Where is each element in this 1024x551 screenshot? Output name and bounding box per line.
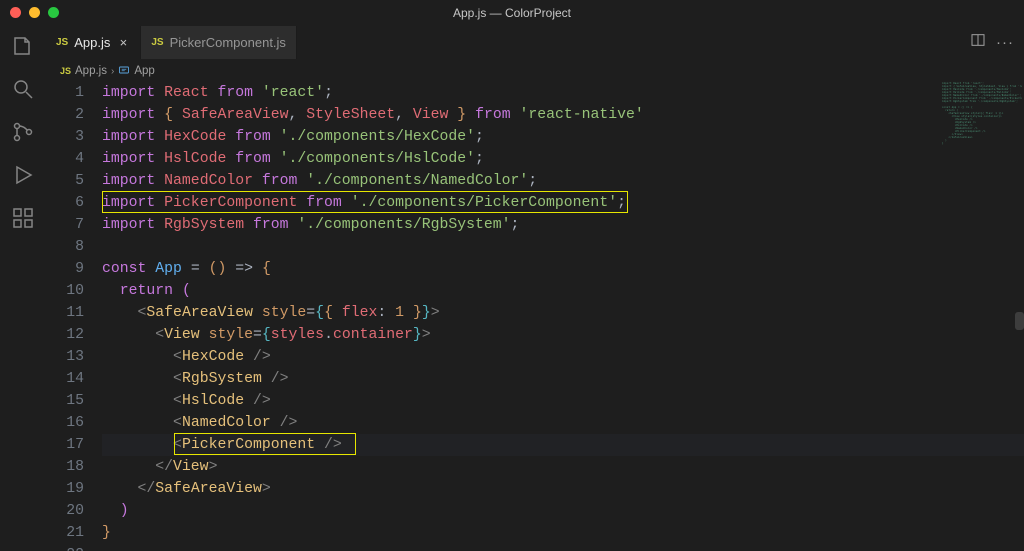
code-line[interactable]: <NamedColor /> <box>102 412 1024 434</box>
breadcrumb-file[interactable]: App.js <box>75 65 107 77</box>
code-line[interactable]: return ( <box>102 280 1024 302</box>
line-number: 20 <box>46 500 84 522</box>
line-number: 12 <box>46 324 84 346</box>
activity-bar <box>0 26 46 551</box>
code-line[interactable] <box>102 544 1024 551</box>
code-line[interactable]: } <box>102 522 1024 544</box>
breadcrumb-symbol[interactable]: App <box>134 65 154 77</box>
code-line[interactable]: import React from 'react'; <box>102 82 1024 104</box>
line-number: 18 <box>46 456 84 478</box>
js-icon: JS <box>56 37 68 48</box>
tab-row: JS App.js × JS PickerComponent.js ··· <box>46 26 1024 60</box>
line-number: 8 <box>46 236 84 258</box>
more-actions-icon[interactable]: ··· <box>996 34 1014 51</box>
line-number: 6 <box>46 192 84 214</box>
code-line[interactable] <box>102 236 1024 258</box>
line-number-gutter: 12345678910111213141516171819202122 <box>46 82 102 551</box>
tab-label: PickerComponent.js <box>170 35 286 50</box>
main-area: JS App.js × JS PickerComponent.js ··· JS <box>0 26 1024 551</box>
code-line[interactable]: </SafeAreaView> <box>102 478 1024 500</box>
code-line[interactable]: import RgbSystem from './components/RgbS… <box>102 214 1024 236</box>
line-number: 3 <box>46 126 84 148</box>
code-line[interactable]: <HslCode /> <box>102 390 1024 412</box>
line-number: 22 <box>46 544 84 551</box>
line-number: 13 <box>46 346 84 368</box>
code-content[interactable]: import React from 'react';import { SafeA… <box>102 82 1024 551</box>
line-number: 9 <box>46 258 84 280</box>
code-line[interactable]: ) <box>102 500 1024 522</box>
code-line[interactable]: </View> <box>102 456 1024 478</box>
window-title: App.js — ColorProject <box>0 6 1024 20</box>
code-line[interactable]: import NamedColor from './components/Nam… <box>102 170 1024 192</box>
scrollbar-thumb[interactable] <box>1015 312 1024 330</box>
code-line[interactable]: import HslCode from './components/HslCod… <box>102 148 1024 170</box>
js-icon: JS <box>151 37 163 48</box>
app-root: App.js — ColorProject <box>0 0 1024 551</box>
code-line[interactable]: const App = () => { <box>102 258 1024 280</box>
code-line[interactable]: import { SafeAreaView, StyleSheet, View … <box>102 104 1024 126</box>
tab-label: App.js <box>74 35 110 50</box>
symbol-variable-icon <box>118 64 130 79</box>
line-number: 17 <box>46 434 84 456</box>
code-line[interactable]: <PickerComponent /> <box>102 434 1024 456</box>
tab-actions: ··· <box>970 26 1024 59</box>
titlebar[interactable]: App.js — ColorProject <box>0 0 1024 26</box>
editor-column: JS App.js × JS PickerComponent.js ··· JS <box>46 26 1024 551</box>
extensions-icon[interactable] <box>11 206 35 235</box>
js-icon: JS <box>60 66 71 76</box>
run-debug-icon[interactable] <box>11 163 35 192</box>
source-control-icon[interactable] <box>11 120 35 149</box>
code-editor[interactable]: 12345678910111213141516171819202122 impo… <box>46 82 1024 551</box>
line-number: 11 <box>46 302 84 324</box>
close-icon[interactable]: × <box>116 36 130 50</box>
line-number: 1 <box>46 82 84 104</box>
line-number: 5 <box>46 170 84 192</box>
code-line[interactable]: import HexCode from './components/HexCod… <box>102 126 1024 148</box>
line-number: 7 <box>46 214 84 236</box>
code-line[interactable]: <SafeAreaView style={{ flex: 1 }}> <box>102 302 1024 324</box>
code-line[interactable]: <RgbSystem /> <box>102 368 1024 390</box>
code-line[interactable]: <View style={styles.container}> <box>102 324 1024 346</box>
tab-picker-component[interactable]: JS PickerComponent.js <box>141 26 297 59</box>
line-number: 19 <box>46 478 84 500</box>
line-number: 15 <box>46 390 84 412</box>
line-number: 14 <box>46 368 84 390</box>
search-icon[interactable] <box>11 77 35 106</box>
breadcrumb[interactable]: JS App.js › App <box>46 60 1024 82</box>
tab-app-js[interactable]: JS App.js × <box>46 26 141 59</box>
code-line[interactable]: import PickerComponent from './component… <box>102 192 1024 214</box>
line-number: 2 <box>46 104 84 126</box>
line-number: 4 <box>46 148 84 170</box>
line-number: 10 <box>46 280 84 302</box>
minimap[interactable]: import React from 'react'; import { Safe… <box>942 82 1022 551</box>
code-line[interactable]: <HexCode /> <box>102 346 1024 368</box>
chevron-right-icon: › <box>111 66 114 77</box>
split-editor-icon[interactable] <box>970 32 986 53</box>
line-number: 21 <box>46 522 84 544</box>
explorer-icon[interactable] <box>11 34 35 63</box>
line-number: 16 <box>46 412 84 434</box>
